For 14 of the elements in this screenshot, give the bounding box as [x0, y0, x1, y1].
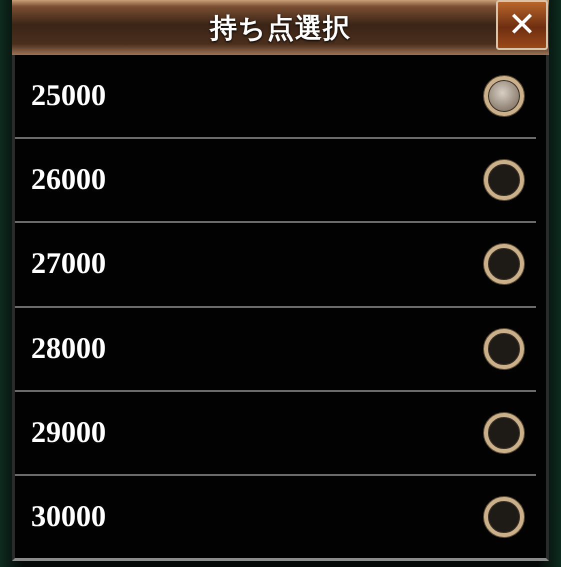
- option-label: 28000: [31, 332, 106, 366]
- option-label: 29000: [31, 416, 106, 450]
- option-label: 25000: [31, 79, 106, 114]
- radio-button[interactable]: [484, 328, 524, 369]
- radio-button[interactable]: [484, 496, 524, 537]
- radio-button[interactable]: [484, 412, 524, 453]
- option-label: 27000: [31, 247, 106, 282]
- radio-button[interactable]: [484, 160, 524, 200]
- option-label: 26000: [31, 163, 106, 198]
- radio-button[interactable]: [484, 244, 524, 284]
- radio-button[interactable]: [484, 76, 524, 116]
- option-label: 30000: [31, 500, 106, 534]
- close-button[interactable]: ✕: [496, 0, 548, 50]
- dialog-title: 持ち点選択: [210, 12, 351, 44]
